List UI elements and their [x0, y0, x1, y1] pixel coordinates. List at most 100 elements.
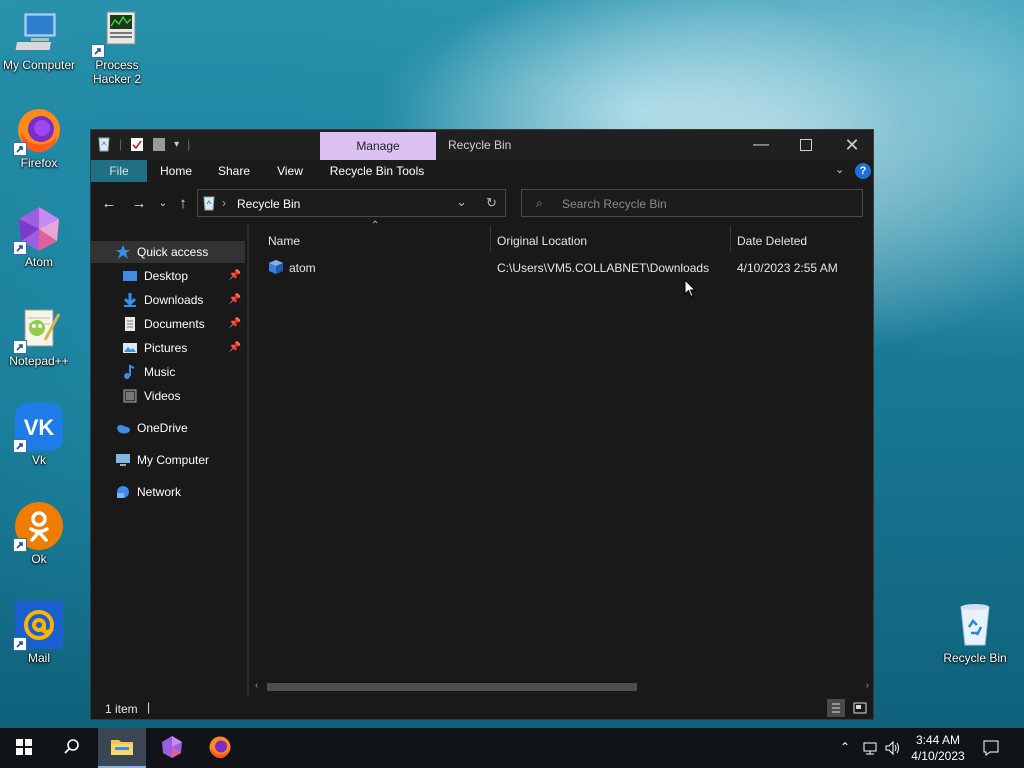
tab-home[interactable]: Home — [148, 160, 204, 182]
desktop-icon-label: My Computer — [2, 58, 76, 72]
tab-share[interactable]: Share — [207, 160, 261, 182]
desktop-icon-notepadpp[interactable]: Notepad++ — [1, 304, 77, 368]
onedrive-icon — [115, 420, 131, 436]
sidebar-item-music[interactable]: Music — [91, 361, 245, 383]
tab-file[interactable]: File — [91, 160, 147, 182]
column-header-date-deleted[interactable]: Date Deleted — [737, 234, 807, 248]
taskbar-firefox[interactable] — [196, 728, 244, 768]
start-button[interactable] — [0, 728, 48, 768]
ribbon-expand-chevron-icon[interactable]: ⌄ — [835, 163, 844, 176]
sidebar-item-videos[interactable]: Videos — [91, 385, 245, 407]
sidebar-item-label: Desktop — [144, 269, 189, 283]
column-header-original-location[interactable]: Original Location — [497, 234, 587, 248]
forward-button[interactable]: → — [129, 194, 149, 214]
address-dropdown-chevron-icon[interactable]: ⌄ — [456, 194, 467, 210]
desktop-icon-atom[interactable]: Atom — [1, 205, 77, 269]
search-icon: ⌕ — [536, 196, 543, 210]
properties-icon[interactable] — [130, 136, 144, 152]
desktop-icon-mail[interactable]: Mail — [1, 601, 77, 665]
new-folder-icon[interactable] — [152, 136, 166, 152]
sidebar-item-pictures[interactable]: Pictures 📌 — [91, 337, 245, 359]
column-divider[interactable] — [730, 226, 731, 252]
process-hacker-icon — [91, 8, 141, 58]
up-button[interactable]: ↑ — [173, 194, 193, 214]
maximize-button[interactable] — [783, 130, 829, 160]
taskbar-atom[interactable] — [148, 728, 196, 768]
tab-view[interactable]: View — [263, 160, 317, 182]
desktop-icon-ok[interactable]: Ok — [1, 502, 77, 566]
sidebar-item-onedrive[interactable]: OneDrive — [91, 417, 245, 439]
desktop-icon-label: Process Hacker 2 — [92, 58, 142, 86]
notifications-icon[interactable] — [982, 739, 1000, 760]
minimize-icon: — — [753, 136, 769, 153]
search-box[interactable]: ⌕ Search Recycle Bin — [521, 189, 863, 217]
atom-icon — [13, 205, 63, 255]
vk-icon: VK — [13, 403, 63, 453]
large-icons-view-icon[interactable] — [851, 699, 869, 717]
customize-toolbar-chevron-icon[interactable]: ▾ — [174, 139, 179, 150]
sort-ascending-icon: ⌃ — [371, 220, 380, 231]
pictures-icon — [122, 340, 138, 356]
tab-recycle-bin-tools[interactable]: Recycle Bin Tools — [321, 160, 433, 182]
help-icon[interactable]: ? — [855, 163, 871, 179]
sidebar-item-label: Music — [144, 365, 176, 379]
toolbar-divider: | — [119, 137, 123, 151]
scroll-right-icon[interactable]: › — [866, 680, 869, 691]
details-view-icon[interactable] — [827, 699, 845, 717]
sidebar-item-network[interactable]: Network — [91, 481, 245, 503]
desktop-icon-label: Firefox — [20, 156, 58, 170]
desktop-icon-recycle-bin[interactable]: Recycle Bin — [937, 601, 1013, 665]
show-hidden-icons-chevron-icon[interactable]: ⌃ — [840, 740, 850, 754]
mail-icon — [13, 601, 63, 651]
sidebar-item-downloads[interactable]: Downloads 📌 — [91, 289, 245, 311]
scrollbar-thumb[interactable] — [267, 683, 637, 691]
pin-icon[interactable]: 📌 — [229, 318, 241, 329]
minimize-button[interactable]: — — [738, 130, 784, 160]
recycle-bin-small-icon[interactable] — [97, 136, 111, 152]
pin-icon[interactable]: 📌 — [229, 270, 241, 281]
title-bar[interactable]: | ▾ | Manage Recycle Bin — ✕ — [91, 130, 873, 160]
search-input[interactable]: Search Recycle Bin — [562, 197, 667, 211]
desktop-icon-vk[interactable]: VK Vk — [1, 403, 77, 467]
shortcut-arrow-icon — [13, 538, 27, 552]
desktop-folder-icon — [122, 268, 138, 284]
volume-icon[interactable] — [884, 740, 902, 759]
maximize-icon — [800, 139, 812, 151]
sidebar-item-desktop[interactable]: Desktop 📌 — [91, 265, 245, 287]
pin-icon[interactable]: 📌 — [229, 294, 241, 305]
breadcrumb[interactable]: Recycle Bin — [237, 197, 300, 211]
explorer-window[interactable]: | ▾ | Manage Recycle Bin — ✕ File Home S… — [90, 129, 874, 720]
recent-locations-button[interactable]: ⌄ — [153, 194, 173, 214]
horizontal-scrollbar[interactable]: ‹ › — [255, 679, 871, 695]
navigation-pane: Quick access Desktop 📌 Downloads 📌 Docum… — [91, 224, 247, 697]
shortcut-arrow-icon — [13, 637, 27, 651]
desktop-icon-process-hacker[interactable]: Process Hacker 2 — [79, 8, 155, 86]
original-location: C:\Users\VM5.COLLABNET\Downloads — [497, 261, 710, 275]
sidebar-item-my-computer[interactable]: My Computer — [91, 449, 245, 471]
table-row[interactable]: atom C:\Users\VM5.COLLABNET\Downloads 4/… — [249, 254, 873, 278]
desktop-icon-firefox[interactable]: Firefox — [1, 106, 77, 170]
desktop-icon-my-computer[interactable]: My Computer — [1, 8, 77, 72]
address-bar[interactable]: › Recycle Bin ⌄ ↻ — [197, 189, 506, 217]
clock-time: 3:44 AM — [915, 733, 961, 747]
system-clock[interactable]: 3:44 AM 4/10/2023 — [906, 732, 970, 764]
pin-icon[interactable]: 📌 — [229, 342, 241, 353]
back-button[interactable]: ← — [99, 194, 119, 214]
close-button[interactable]: ✕ — [829, 130, 875, 160]
search-button[interactable] — [48, 728, 96, 768]
clock-date: 4/10/2023 — [911, 749, 965, 763]
shortcut-arrow-icon — [13, 439, 27, 453]
column-divider[interactable] — [490, 226, 491, 252]
sidebar-item-documents[interactable]: Documents 📌 — [91, 313, 245, 335]
firefox-icon — [13, 106, 63, 156]
network-icon — [115, 484, 131, 500]
column-header-name[interactable]: Name — [268, 234, 300, 248]
refresh-icon[interactable]: ↻ — [486, 195, 497, 211]
network-status-icon[interactable] — [862, 740, 878, 759]
breadcrumb-separator-icon: › — [222, 196, 226, 210]
tab-manage[interactable]: Manage — [320, 132, 436, 160]
taskbar-file-explorer[interactable] — [98, 728, 146, 768]
scroll-left-icon[interactable]: ‹ — [255, 680, 258, 691]
sidebar-item-quick-access[interactable]: Quick access — [91, 241, 245, 263]
computer-icon — [15, 8, 63, 56]
